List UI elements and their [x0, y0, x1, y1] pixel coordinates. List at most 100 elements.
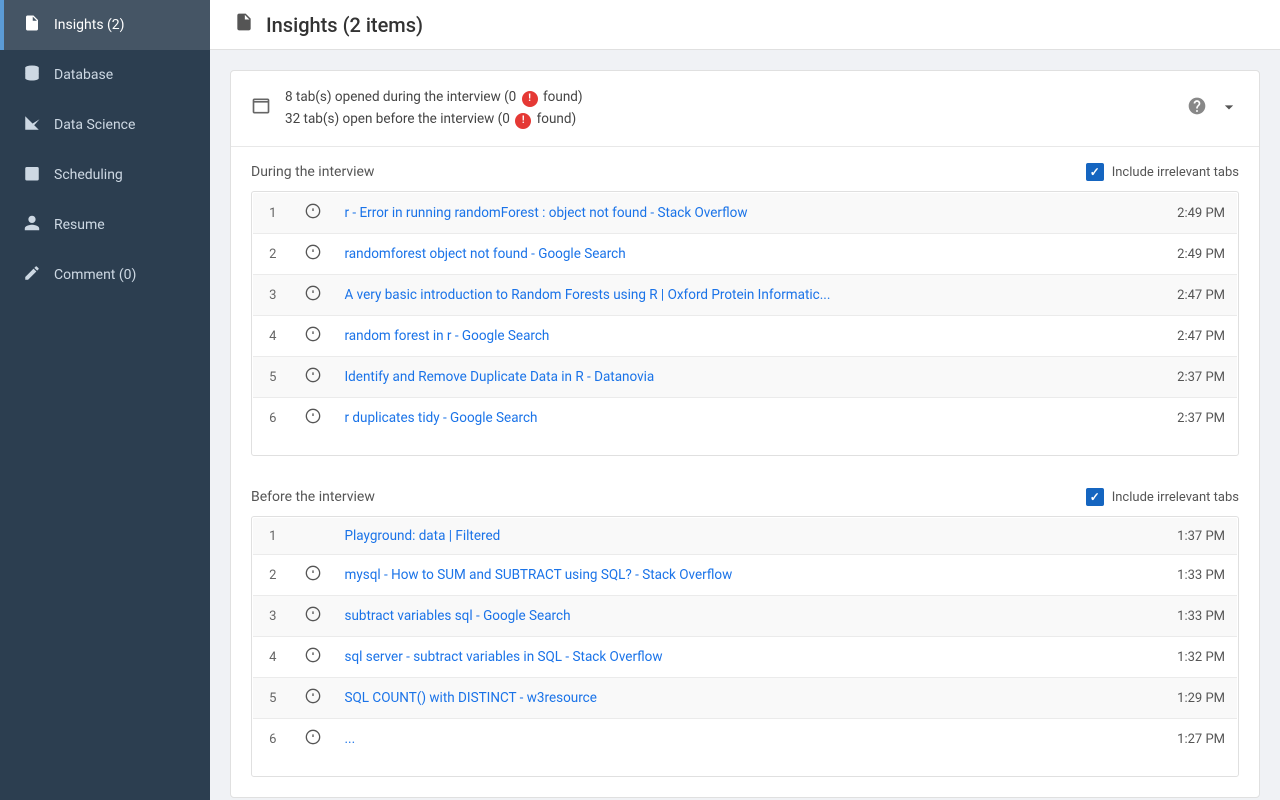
row-icon-col — [293, 596, 333, 637]
sidebar-item-insights-label: Insights (2) — [54, 17, 125, 33]
row-number: 3 — [253, 275, 293, 316]
summary-line2: 32 tab(s) open before the interview (0 !… — [285, 109, 1173, 131]
sidebar-item-data-science[interactable]: Data Science — [0, 100, 210, 150]
row-number: 5 — [253, 678, 293, 719]
row-time: 1:29 PM — [1158, 678, 1238, 719]
sidebar-item-resume-label: Resume — [54, 217, 105, 233]
during-tabs-table: 1 r - Error in running randomForest : ob… — [252, 192, 1238, 439]
row-number: 5 — [253, 357, 293, 398]
resume-icon — [22, 214, 42, 236]
during-section: During the interview Include irrelevant … — [231, 147, 1259, 456]
row-number: 4 — [253, 316, 293, 357]
help-icon[interactable] — [1187, 96, 1207, 121]
table-row: 6 r duplicates tidy - Google Search 2:37… — [253, 398, 1238, 439]
table-row: 2 mysql - How to SUM and SUBTRACT using … — [253, 555, 1238, 596]
row-time: 1:27 PM — [1158, 719, 1238, 760]
row-title[interactable]: SQL COUNT() with DISTINCT - w3resource — [333, 678, 1158, 719]
table-row: 6 ... 1:27 PM — [253, 719, 1238, 760]
table-row: 5 Identify and Remove Duplicate Data in … — [253, 357, 1238, 398]
sidebar-item-scheduling[interactable]: Scheduling — [0, 150, 210, 200]
row-title[interactable]: subtract variables sql - Google Search — [333, 596, 1158, 637]
row-time: 2:47 PM — [1158, 316, 1238, 357]
sidebar-item-database[interactable]: Database — [0, 50, 210, 100]
data-science-icon — [22, 114, 42, 136]
row-title[interactable]: r - Error in running randomForest : obje… — [333, 193, 1158, 234]
row-number: 4 — [253, 637, 293, 678]
row-icon-col — [293, 316, 333, 357]
before-tabs-list[interactable]: 1 Playground: data | Filtered 1:37 PM 2 … — [251, 516, 1239, 777]
row-time: 2:47 PM — [1158, 275, 1238, 316]
error-badge-1: ! — [522, 91, 538, 107]
row-title[interactable]: sql server - subtract variables in SQL -… — [333, 637, 1158, 678]
row-title[interactable]: random forest in r - Google Search — [333, 316, 1158, 357]
row-icon-col — [293, 193, 333, 234]
before-section: Before the interview Include irrelevant … — [231, 472, 1259, 777]
card-actions — [1187, 96, 1239, 121]
comment-icon — [22, 264, 42, 286]
row-number: 2 — [253, 555, 293, 596]
sidebar-item-resume[interactable]: Resume — [0, 200, 210, 250]
page-title: Insights (2 items) — [266, 13, 423, 37]
browser-tab-icon — [251, 96, 271, 121]
row-title[interactable]: mysql - How to SUM and SUBTRACT using SQ… — [333, 555, 1158, 596]
during-tabs-list[interactable]: 1 r - Error in running randomForest : ob… — [251, 191, 1239, 456]
row-icon-col — [293, 719, 333, 760]
error-badge-2: ! — [515, 113, 531, 129]
card-header: 8 tab(s) opened during the interview (0 … — [231, 71, 1259, 147]
table-row: 3 A very basic introduction to Random Fo… — [253, 275, 1238, 316]
table-row: 5 SQL COUNT() with DISTINCT - w3resource… — [253, 678, 1238, 719]
row-time: 1:32 PM — [1158, 637, 1238, 678]
row-number: 6 — [253, 719, 293, 760]
row-time: 2:49 PM — [1158, 193, 1238, 234]
row-icon-col — [293, 637, 333, 678]
database-icon — [22, 64, 42, 86]
row-title[interactable]: Identify and Remove Duplicate Data in R … — [333, 357, 1158, 398]
before-include-checkbox[interactable] — [1086, 488, 1104, 506]
during-section-title: During the interview — [251, 164, 374, 180]
row-icon-col — [293, 357, 333, 398]
table-row: 4 sql server - subtract variables in SQL… — [253, 637, 1238, 678]
page-header: Insights (2 items) — [210, 0, 1280, 50]
during-include-label: Include irrelevant tabs — [1112, 165, 1239, 180]
main-content: Insights (2 items) 8 tab(s) opened durin… — [210, 0, 1280, 800]
table-row: 4 random forest in r - Google Search 2:4… — [253, 316, 1238, 357]
chevron-down-icon[interactable] — [1219, 97, 1239, 121]
page-icon — [234, 12, 254, 37]
insights-card: 8 tab(s) opened during the interview (0 … — [230, 70, 1260, 798]
row-icon-col — [293, 234, 333, 275]
insights-icon — [22, 14, 42, 36]
sidebar-item-insights[interactable]: Insights (2) — [0, 0, 210, 50]
row-number: 3 — [253, 596, 293, 637]
card-summary-text: 8 tab(s) opened during the interview (0 … — [285, 87, 1173, 130]
sidebar-item-comment[interactable]: Comment (0) — [0, 250, 210, 300]
sidebar-item-database-label: Database — [54, 67, 113, 83]
table-row: 3 subtract variables sql - Google Search… — [253, 596, 1238, 637]
row-number: 1 — [253, 193, 293, 234]
row-icon-col — [293, 555, 333, 596]
row-title[interactable]: randomforest object not found - Google S… — [333, 234, 1158, 275]
row-title[interactable]: Playground: data | Filtered — [333, 518, 1158, 555]
row-time: 1:33 PM — [1158, 555, 1238, 596]
table-row: 1 r - Error in running randomForest : ob… — [253, 193, 1238, 234]
row-icon-col — [293, 275, 333, 316]
row-title[interactable]: r duplicates tidy - Google Search — [333, 398, 1158, 439]
row-number: 2 — [253, 234, 293, 275]
row-title[interactable]: A very basic introduction to Random Fore… — [333, 275, 1158, 316]
table-row: 1 Playground: data | Filtered 1:37 PM — [253, 518, 1238, 555]
before-include-irrelevant: Include irrelevant tabs — [1086, 488, 1239, 506]
during-include-checkbox[interactable] — [1086, 163, 1104, 181]
before-include-label: Include irrelevant tabs — [1112, 490, 1239, 505]
sidebar: Insights (2) Database Data Science Sched… — [0, 0, 210, 800]
sidebar-item-comment-label: Comment (0) — [54, 267, 136, 283]
row-icon-col — [293, 518, 333, 555]
row-title[interactable]: ... — [333, 719, 1158, 760]
row-time: 1:37 PM — [1158, 518, 1238, 555]
summary-line1: 8 tab(s) opened during the interview (0 … — [285, 87, 1173, 109]
row-time: 2:37 PM — [1158, 357, 1238, 398]
row-icon-col — [293, 678, 333, 719]
row-icon-col — [293, 398, 333, 439]
before-section-title: Before the interview — [251, 489, 375, 505]
row-time: 2:37 PM — [1158, 398, 1238, 439]
scheduling-icon — [22, 164, 42, 186]
row-number: 6 — [253, 398, 293, 439]
